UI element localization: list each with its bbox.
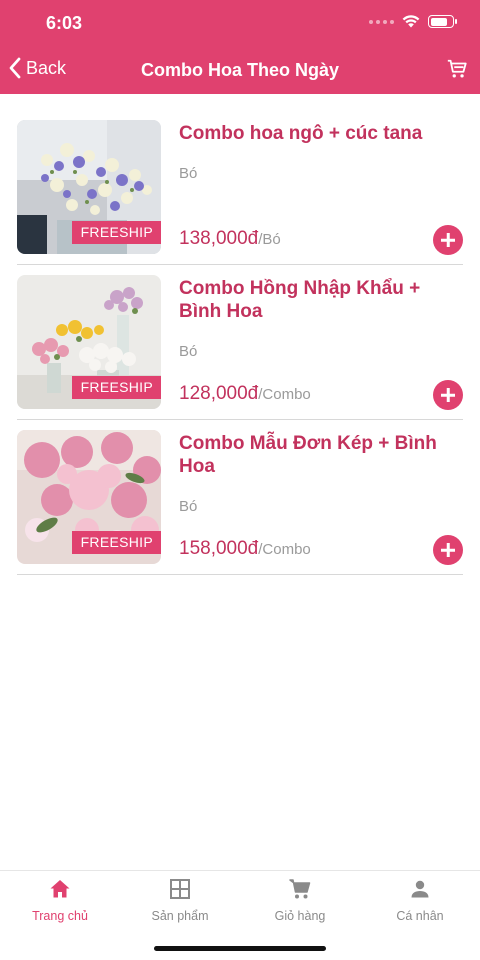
cart-icon	[447, 59, 467, 78]
product-image: FREESHIP	[17, 430, 161, 564]
grid-icon	[170, 879, 190, 899]
navigation-bar: Back Combo Hoa Theo Ngày	[0, 46, 480, 94]
price-value: 158,000đ	[179, 538, 259, 559]
tab-label: Trang chủ	[32, 909, 88, 923]
product-title: Combo hoa ngô + cúc tana	[179, 123, 423, 144]
freeship-badge: FREESHIP	[71, 221, 161, 244]
wifi-icon	[402, 15, 420, 28]
freeship-badge: FREESHIP	[71, 376, 161, 399]
product-unit: Bó	[179, 498, 198, 515]
add-to-cart-button[interactable]	[433, 225, 463, 255]
product-image: FREESHIP	[17, 275, 161, 409]
freeship-badge: FREESHIP	[71, 531, 161, 554]
price-value: 128,000đ	[179, 383, 259, 404]
product-item[interactable]: FREESHIP Combo Mẫu Đơn Kép + Bình Hoa Bó…	[17, 420, 463, 575]
price-per-unit: /Combo	[258, 541, 311, 558]
tab-products[interactable]: Sản phẩm	[120, 877, 240, 923]
add-to-cart-button[interactable]	[433, 535, 463, 565]
status-icons	[369, 15, 457, 28]
battery-icon	[428, 15, 457, 28]
product-image: FREESHIP	[17, 120, 161, 254]
person-icon	[411, 880, 429, 898]
add-to-cart-button[interactable]	[433, 380, 463, 410]
price-value: 138,000đ	[179, 228, 259, 249]
cellular-signal-icon	[369, 19, 394, 24]
home-indicator	[154, 946, 326, 951]
product-unit: Bó	[179, 343, 198, 360]
product-price: 138,000đ/Bó	[179, 228, 281, 250]
product-item[interactable]: FREESHIP Combo hoa ngô + cúc tana Bó 138…	[17, 110, 463, 265]
cart-button[interactable]	[446, 58, 468, 85]
app-screen: 6:03 Back Combo Hoa Theo Ngày FREESHIP C…	[0, 0, 480, 960]
product-price: 128,000đ/Combo	[179, 383, 311, 405]
product-price: 158,000đ/Combo	[179, 538, 311, 560]
product-title: Combo Hồng Nhập Khẩu + Bình Hoa	[179, 278, 421, 322]
price-per-unit: /Combo	[258, 386, 311, 403]
tab-label: Cá nhân	[396, 909, 444, 923]
status-bar: 6:03	[0, 0, 480, 46]
product-list: FREESHIP Combo hoa ngô + cúc tana Bó 138…	[17, 110, 463, 575]
bottom-tab-bar: Trang chủ Sản phẩm Giỏ hàng Cá nhân	[0, 870, 480, 960]
product-unit: Bó	[179, 165, 198, 182]
tab-cart[interactable]: Giỏ hàng	[240, 877, 360, 923]
page-title: Combo Hoa Theo Ngày	[140, 60, 339, 80]
tab-profile[interactable]: Cá nhân	[360, 877, 480, 923]
tab-label: Giỏ hàng	[274, 909, 326, 923]
product-item[interactable]: FREESHIP Combo Hồng Nhập Khẩu + Bình Hoa…	[17, 265, 463, 420]
tab-home[interactable]: Trang chủ	[0, 877, 120, 923]
home-icon	[50, 880, 70, 898]
product-title: Combo Mẫu Đơn Kép + Bình Hoa	[179, 433, 437, 477]
cart-icon	[289, 879, 311, 899]
tab-label: Sản phẩm	[151, 909, 209, 923]
price-per-unit: /Bó	[258, 231, 281, 248]
status-time: 6:03	[46, 13, 83, 33]
